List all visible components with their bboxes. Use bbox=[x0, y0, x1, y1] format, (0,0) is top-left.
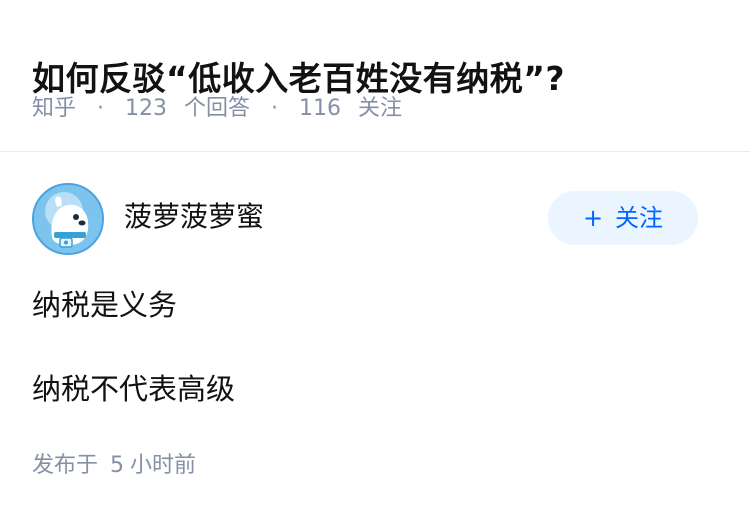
answer-content[interactable]: 纳税是义务 纳税不代表高级 bbox=[32, 280, 718, 414]
answer-card: 菠萝菠萝蜜 + 关注 纳税是义务 纳税不代表高级 发布于 5 小时前 bbox=[0, 152, 750, 518]
question-meta: 知乎 · 123 个回答 · 116 关注 bbox=[32, 92, 402, 126]
question-header: 如何反驳“低收入老百姓没有纳税”? 知乎 · 123 个回答 · 116 关注 bbox=[0, 0, 750, 152]
publish-time-prefix: 发布于 bbox=[32, 453, 99, 478]
avatar[interactable] bbox=[32, 183, 104, 255]
answer-publish-time: 发布于 5 小时前 bbox=[32, 449, 196, 483]
answer-paragraph: 纳税不代表高级 bbox=[32, 372, 236, 406]
follow-button[interactable]: + 关注 bbox=[548, 191, 698, 245]
plus-icon: + bbox=[582, 204, 604, 232]
publish-time-suffix: 小时前 bbox=[130, 453, 197, 478]
meta-separator: · bbox=[97, 96, 105, 121]
answer-paragraph: 纳税是义务 bbox=[32, 288, 178, 322]
answers-count: 123 bbox=[125, 96, 168, 121]
meta-separator: · bbox=[271, 96, 279, 121]
penguin-astronaut-avatar-icon bbox=[36, 187, 102, 253]
publish-time-number: 5 bbox=[110, 453, 125, 478]
answers-label: 个回答 bbox=[184, 96, 251, 121]
source-label[interactable]: 知乎 bbox=[32, 96, 76, 121]
author-row: 菠萝菠萝蜜 + 关注 bbox=[32, 183, 718, 257]
author-name[interactable]: 菠萝菠萝蜜 bbox=[124, 197, 264, 237]
followers-label: 关注 bbox=[358, 96, 403, 121]
followers-count: 116 bbox=[299, 96, 342, 121]
follow-button-label: 关注 bbox=[615, 204, 664, 232]
